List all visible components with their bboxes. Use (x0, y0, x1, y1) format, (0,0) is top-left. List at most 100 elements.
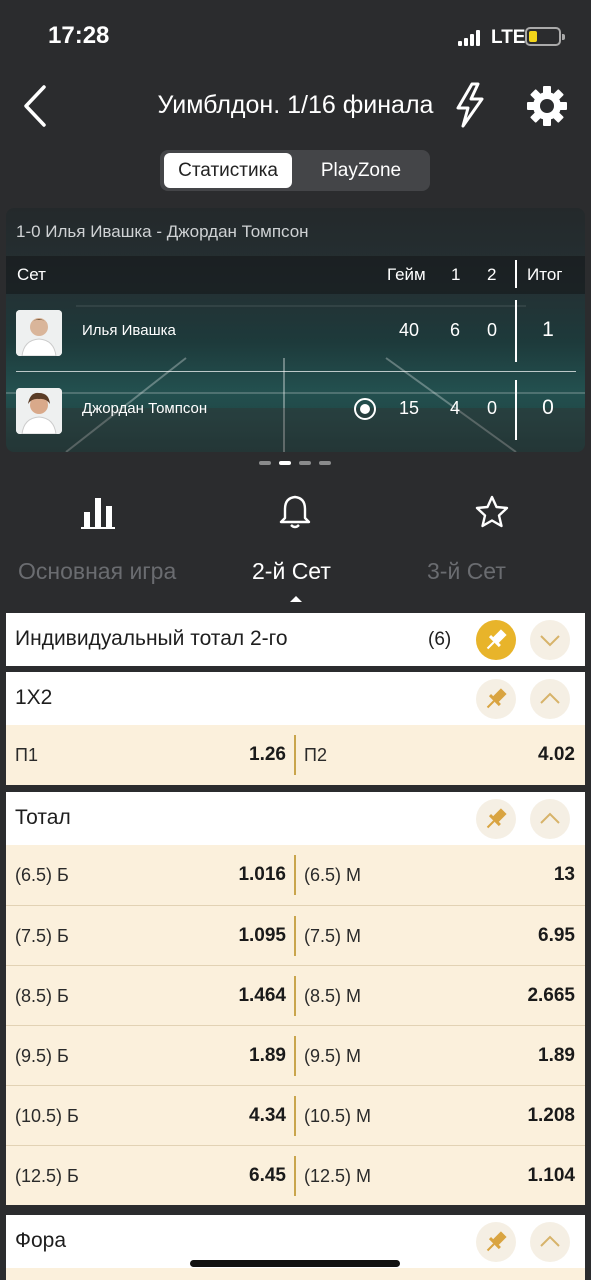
market-count: (6) (428, 629, 452, 650)
player-row: Джордан Томпсон 15 4 0 0 (6, 376, 585, 446)
outcome-odds[interactable]: 1.89 (485, 1045, 575, 1067)
col-set: Сет (17, 265, 46, 284)
outcome-label[interactable]: (12.5) М (304, 1166, 371, 1187)
chevron-up-icon[interactable] (530, 799, 570, 839)
back-icon[interactable] (20, 83, 56, 129)
avatar (16, 388, 62, 434)
total-score: 1 (542, 318, 554, 341)
outcome-odds[interactable]: 6.45 (196, 1165, 286, 1187)
outcome-odds[interactable]: 1.016 (196, 864, 286, 886)
market-header[interactable]: Тотал (6, 792, 585, 845)
col-total: Итог (527, 265, 563, 284)
outcome-odds[interactable]: 13 (485, 864, 575, 886)
col-game: Гейм (387, 265, 426, 284)
market-title: Индивидуальный тотал 2-го (15, 627, 288, 650)
gear-icon[interactable] (526, 85, 568, 127)
col-set-2: 2 (487, 265, 497, 284)
signal-icon (458, 30, 484, 46)
outcome-odds[interactable]: 2.665 (485, 985, 575, 1007)
market-header[interactable]: 1X2 (6, 672, 585, 725)
odds-row-partial (6, 1268, 585, 1280)
market-title: Фора (15, 1229, 67, 1252)
outcome-label[interactable]: П1 (15, 745, 38, 766)
game-score: 15 (398, 398, 420, 418)
odds-row: П1 1.26 П2 4.02 (6, 725, 585, 785)
lightning-icon[interactable] (450, 81, 490, 129)
status-bar: 17:28 LTE (0, 0, 591, 70)
outcome-odds[interactable]: 1.464 (196, 985, 286, 1007)
tab-statistics[interactable]: Статистика (164, 153, 292, 188)
chevron-down-icon[interactable] (530, 620, 570, 660)
battery-icon (525, 27, 565, 46)
tab-main-game[interactable]: Основная игра (18, 558, 176, 585)
col-set-1: 1 (451, 265, 461, 284)
tab-playzone[interactable]: PlayZone (296, 153, 426, 188)
header: Уимблдон. 1/16 финала (0, 75, 591, 137)
outcome-odds[interactable]: 1.89 (196, 1045, 286, 1067)
outcome-label[interactable]: (9.5) М (304, 1046, 361, 1067)
carrier-label: LTE (491, 27, 526, 48)
outcome-odds[interactable]: 1.095 (196, 925, 286, 947)
outcome-label[interactable]: (7.5) Б (15, 926, 69, 947)
total-score: 0 (542, 396, 554, 419)
outcome-odds[interactable]: 4.34 (196, 1105, 286, 1127)
market-header[interactable]: Индивидуальный тотал 2-го (6) (6, 613, 585, 666)
odds-row: (6.5) Б 1.016 (6.5) М 13 (6, 845, 585, 905)
serve-indicator-icon (354, 398, 376, 420)
outcome-odds[interactable]: 1.26 (196, 744, 286, 766)
tab-set-2[interactable]: 2-й Сет (252, 558, 331, 585)
outcome-label[interactable]: (7.5) М (304, 926, 361, 947)
page-title: Уимблдон. 1/16 финала (157, 91, 434, 119)
avatar (16, 310, 62, 356)
market-handicap: Фора (6, 1215, 585, 1280)
market-title: Тотал (15, 806, 71, 829)
market-individual-total[interactable]: Индивидуальный тотал 2-го (6) (6, 613, 585, 666)
outcome-label[interactable]: (8.5) Б (15, 986, 69, 1007)
odds-row: (7.5) Б 1.095 (7.5) М 6.95 (6, 905, 585, 965)
carousel-dots (253, 461, 333, 467)
set1-score: 4 (449, 398, 460, 418)
pin-icon[interactable] (476, 620, 516, 660)
odds-row: (9.5) Б 1.89 (9.5) М 1.89 (6, 1025, 585, 1085)
active-tab-caret (290, 596, 302, 602)
set2-score: 0 (486, 320, 497, 340)
view-switcher: Статистика PlayZone (160, 150, 430, 191)
outcome-label[interactable]: (10.5) М (304, 1106, 371, 1127)
pin-icon[interactable] (476, 1222, 516, 1262)
set2-score: 0 (486, 398, 497, 418)
pin-icon[interactable] (476, 679, 516, 719)
scoreboard: 1-0 Илья Ивашка - Джордан Томпсон Сет Ге… (6, 208, 585, 452)
outcome-label[interactable]: (10.5) Б (15, 1106, 79, 1127)
outcome-odds[interactable]: 4.02 (485, 744, 575, 766)
match-summary: 1-0 Илья Ивашка - Джордан Томпсон (16, 222, 309, 241)
bell-icon[interactable] (277, 494, 313, 530)
star-icon[interactable] (474, 494, 510, 530)
action-icons (0, 490, 591, 540)
market-1x2: 1X2 П1 1.26 П2 4.02 (6, 672, 585, 785)
carousel-dot[interactable] (299, 461, 311, 465)
market-total: Тотал (6.5) Б 1.016 (6.5) М 13 (7.5) Б 1… (6, 792, 585, 1205)
row-divider (16, 371, 576, 372)
game-score: 40 (398, 320, 420, 340)
carousel-dot[interactable] (319, 461, 331, 465)
chevron-up-icon[interactable] (530, 679, 570, 719)
stats-icon[interactable] (81, 494, 117, 530)
tab-set-3[interactable]: 3-й Сет (427, 558, 506, 585)
outcome-odds[interactable]: 6.95 (485, 925, 575, 947)
outcome-label[interactable]: (9.5) Б (15, 1046, 69, 1067)
outcome-label[interactable]: (12.5) Б (15, 1166, 79, 1187)
pin-icon[interactable] (476, 799, 516, 839)
carousel-dot[interactable] (259, 461, 271, 465)
outcome-label[interactable]: (6.5) Б (15, 865, 69, 886)
set1-score: 6 (449, 320, 460, 340)
home-indicator (190, 1260, 400, 1267)
chevron-up-icon[interactable] (530, 1222, 570, 1262)
outcome-label[interactable]: П2 (304, 745, 327, 766)
period-tabs: Основная игра 2-й Сет 3-й Сет (0, 556, 591, 604)
carousel-dot-active[interactable] (279, 461, 291, 465)
outcome-odds[interactable]: 1.104 (485, 1165, 575, 1187)
outcome-odds[interactable]: 1.208 (485, 1105, 575, 1127)
outcome-label[interactable]: (8.5) М (304, 986, 361, 1007)
outcome-label[interactable]: (6.5) М (304, 865, 361, 886)
odds-row: (12.5) Б 6.45 (12.5) М 1.104 (6, 1145, 585, 1205)
